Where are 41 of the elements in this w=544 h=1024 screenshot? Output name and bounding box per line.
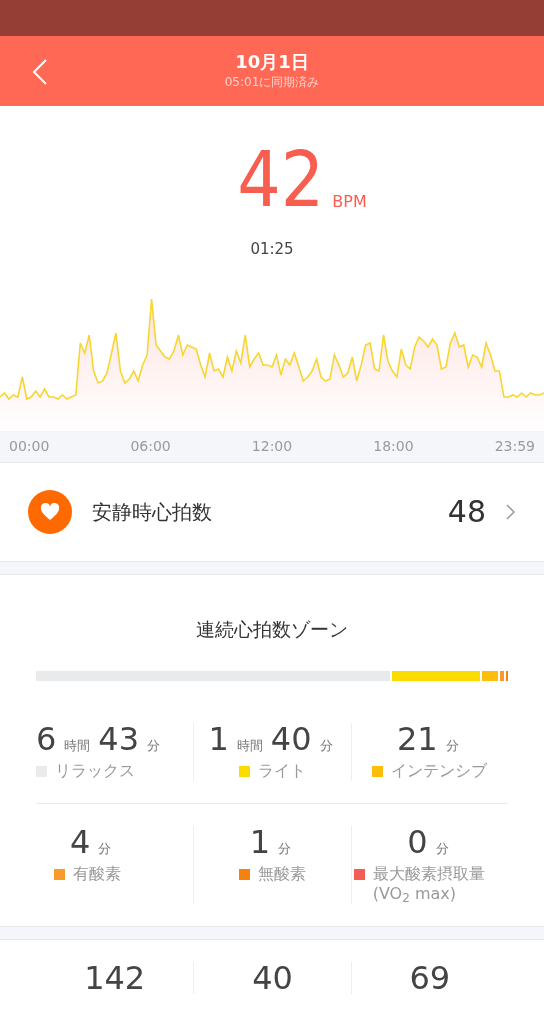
zone-label: 無酸素 xyxy=(258,864,306,884)
duration-unit: 分 xyxy=(98,839,112,858)
axis-label: 23:59 xyxy=(494,436,535,456)
stat-value: 40 xyxy=(252,962,293,994)
duration-unit: 時間 xyxy=(236,736,263,755)
zone-duration: 6 xyxy=(36,723,57,755)
duration-unit: 時間 xyxy=(64,736,91,755)
zone-label: リラックス xyxy=(55,761,135,781)
duration-unit: 分 xyxy=(445,736,459,755)
duration-unit: 分 xyxy=(147,736,161,755)
axis-label: 06:00 xyxy=(130,436,171,456)
header-title: 10月1日 xyxy=(235,50,309,74)
resting-value: 48 xyxy=(447,493,486,531)
zone-label: 有酸素 xyxy=(73,864,121,884)
stat-value: 142 xyxy=(84,962,146,994)
reading-time: 01:25 xyxy=(250,239,294,260)
zone-duration: 0 xyxy=(407,826,428,858)
zone-duration: 40 xyxy=(270,723,312,755)
duration-unit: 分 xyxy=(278,839,292,858)
axis-label: 18:00 xyxy=(373,436,414,456)
zone-duration: 43 xyxy=(98,723,140,755)
heart-rate-unit: BPM xyxy=(332,191,367,213)
zones-title: 連続心拍数ゾーン xyxy=(196,616,348,642)
zone-label: ライト xyxy=(258,761,306,781)
zone-label: 最大酸素摂取量 (VO$_{2}$ max) xyxy=(372,864,486,904)
zone-duration: 1 xyxy=(208,723,229,755)
resting-label: 安静時心拍数 xyxy=(92,498,213,526)
zone-duration: 1 xyxy=(249,826,271,858)
zone-label: インテンシブ xyxy=(391,761,488,781)
resting-heart-rate-row[interactable]: 安静時心拍数 48 xyxy=(0,462,544,561)
sync-status: 05:01に同期済み xyxy=(224,74,320,92)
chevron-right-icon xyxy=(506,503,516,520)
duration-unit: 分 xyxy=(319,736,333,755)
heart-rate-value: 42 xyxy=(237,142,325,218)
duration-unit: 分 xyxy=(435,839,449,858)
axis-label: 12:00 xyxy=(251,436,293,456)
zone-duration: 21 xyxy=(396,723,438,755)
stat-value: 69 xyxy=(409,962,451,994)
back-icon[interactable] xyxy=(32,59,48,85)
axis-label: 00:00 xyxy=(9,436,50,456)
zone-duration: 4 xyxy=(70,826,91,858)
